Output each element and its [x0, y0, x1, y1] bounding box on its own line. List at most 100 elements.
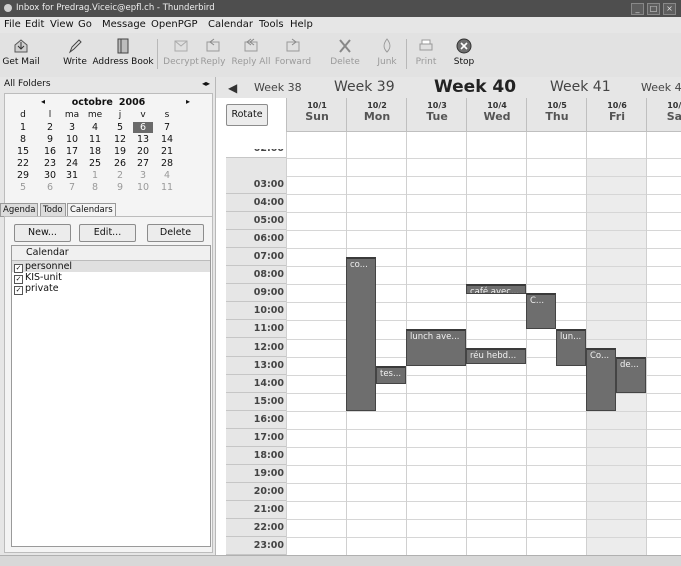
- mini-cal-day[interactable]: 28: [157, 158, 177, 169]
- menu-edit[interactable]: Edit: [25, 19, 44, 30]
- calendar-list-header[interactable]: Calendar: [12, 246, 210, 261]
- mini-cal-day[interactable]: 18: [85, 146, 105, 157]
- mini-cal-day[interactable]: 30: [40, 170, 60, 181]
- mini-cal-day[interactable]: 29: [13, 170, 33, 181]
- day-header-mon[interactable]: 10/2 Mon: [346, 98, 407, 132]
- mini-cal-day[interactable]: 8: [85, 182, 105, 193]
- mini-cal-day[interactable]: 4: [157, 170, 177, 181]
- week-39-link[interactable]: Week 39: [334, 79, 395, 95]
- day-header-tue[interactable]: 10/3 Tue: [406, 98, 467, 132]
- mini-cal-day[interactable]: 3: [62, 122, 82, 133]
- calendar-item-kis-unit[interactable]: ✓ KIS-unit: [12, 272, 210, 284]
- calendar-event[interactable]: lun...: [556, 329, 586, 366]
- mini-cal-day[interactable]: 16: [40, 146, 60, 157]
- tab-todo[interactable]: Todo: [40, 203, 66, 217]
- mini-cal-day[interactable]: 6: [40, 182, 60, 193]
- stop-button[interactable]: Stop: [450, 35, 478, 75]
- all-day-cell[interactable]: [466, 132, 527, 159]
- new-calendar-button[interactable]: New...: [14, 224, 71, 242]
- calendar-event[interactable]: co...: [346, 257, 376, 411]
- day-header-thu[interactable]: 10/5 Thu: [526, 98, 587, 132]
- mini-cal-day[interactable]: 5: [13, 182, 33, 193]
- all-day-cell[interactable]: [526, 132, 587, 159]
- all-day-cell[interactable]: [346, 132, 407, 159]
- week-42-link[interactable]: Week 42: [641, 81, 681, 94]
- mini-cal-day[interactable]: 19: [110, 146, 130, 157]
- reply-all-button[interactable]: Reply All: [229, 35, 273, 75]
- menu-tools[interactable]: Tools: [259, 19, 284, 30]
- mini-cal-day[interactable]: 2: [40, 122, 60, 133]
- mini-cal-day[interactable]: 11: [85, 134, 105, 145]
- folder-nav-arrows-icon[interactable]: ◂▸: [202, 79, 210, 88]
- mini-cal-day[interactable]: 12: [110, 134, 130, 145]
- mini-cal-day[interactable]: 9: [110, 182, 130, 193]
- address-book-button[interactable]: Address Book: [92, 35, 154, 75]
- checkbox-checked-icon[interactable]: ✓: [14, 286, 23, 295]
- mini-cal-day[interactable]: 7: [157, 122, 177, 133]
- tab-calendars[interactable]: Calendars: [67, 203, 116, 217]
- mini-cal-day[interactable]: 20: [133, 146, 153, 157]
- rotate-button[interactable]: Rotate: [226, 104, 268, 126]
- menu-go[interactable]: Go: [78, 19, 92, 30]
- mini-cal-day[interactable]: 4: [85, 122, 105, 133]
- minimize-button[interactable]: _: [631, 3, 644, 15]
- menu-help[interactable]: Help: [290, 19, 313, 30]
- mini-cal-day[interactable]: 3: [133, 170, 153, 181]
- menu-view[interactable]: View: [50, 19, 74, 30]
- edit-calendar-button[interactable]: Edit...: [79, 224, 136, 242]
- calendar-event[interactable]: Co...: [586, 347, 616, 411]
- maximize-button[interactable]: □: [647, 3, 660, 15]
- calendar-event[interactable]: café avec...: [466, 284, 526, 295]
- get-mail-button[interactable]: Get Mail: [2, 35, 40, 75]
- mini-cal-day[interactable]: 13: [133, 134, 153, 145]
- day-header-sat[interactable]: 10/7Sat: [646, 98, 681, 132]
- day-header-wed[interactable]: 10/4 Wed: [466, 98, 527, 132]
- calendar-item-personnel[interactable]: ✓ personnel: [12, 261, 210, 273]
- calendar-event[interactable]: C...: [526, 293, 556, 330]
- mini-cal-day[interactable]: 22: [13, 158, 33, 169]
- week-41-link[interactable]: Week 41: [550, 79, 611, 95]
- delete-button[interactable]: Delete: [330, 35, 360, 75]
- mini-cal-day[interactable]: 9: [40, 134, 60, 145]
- mini-cal-day[interactable]: 23: [40, 158, 60, 169]
- mini-cal-day[interactable]: 6: [133, 122, 153, 133]
- print-button[interactable]: Print: [412, 35, 440, 75]
- write-button[interactable]: Write: [60, 35, 90, 75]
- menu-message[interactable]: Message: [102, 19, 146, 30]
- mini-cal-day[interactable]: 5: [110, 122, 130, 133]
- mini-cal-next-month[interactable]: ▸: [186, 97, 190, 106]
- reply-button[interactable]: Reply: [200, 35, 226, 75]
- mini-cal-day[interactable]: 14: [157, 134, 177, 145]
- all-day-cell[interactable]: [646, 132, 681, 159]
- delete-calendar-button[interactable]: Delete: [147, 224, 204, 242]
- mini-cal-day[interactable]: 11: [157, 182, 177, 193]
- mini-cal-day[interactable]: 10: [62, 134, 82, 145]
- calendar-item-private[interactable]: ✓ private: [12, 283, 210, 295]
- calendar-event[interactable]: lunch ave...: [406, 329, 466, 366]
- menu-file[interactable]: File: [4, 19, 21, 30]
- all-day-cell[interactable]: [406, 132, 467, 159]
- mini-cal-day[interactable]: 2: [110, 170, 130, 181]
- menu-openpgp[interactable]: OpenPGP: [151, 19, 198, 30]
- all-day-cell[interactable]: [286, 132, 347, 159]
- all-day-cell[interactable]: [586, 132, 647, 159]
- tab-agenda[interactable]: Agenda: [0, 203, 39, 217]
- mini-cal-day[interactable]: 8: [13, 134, 33, 145]
- mini-cal-day[interactable]: 1: [13, 122, 33, 133]
- mini-cal-day[interactable]: 15: [13, 146, 33, 157]
- junk-button[interactable]: Junk: [373, 35, 401, 75]
- mini-cal-day[interactable]: 17: [62, 146, 82, 157]
- forward-button[interactable]: Forward: [274, 35, 312, 75]
- close-button[interactable]: ×: [663, 3, 676, 15]
- mini-cal-day[interactable]: 27: [133, 158, 153, 169]
- mini-cal-day[interactable]: 21: [157, 146, 177, 157]
- folder-selector[interactable]: All Folders: [4, 79, 51, 89]
- mini-cal-day[interactable]: 1: [85, 170, 105, 181]
- calendar-event[interactable]: de...: [616, 356, 646, 393]
- mini-cal-day[interactable]: 25: [85, 158, 105, 169]
- calendar-event[interactable]: réu hebd...: [466, 347, 526, 364]
- previous-week-arrow-icon[interactable]: ◀: [228, 81, 237, 95]
- week-38-link[interactable]: Week 38: [254, 81, 302, 94]
- mini-cal-day[interactable]: 31: [62, 170, 82, 181]
- day-header-sun[interactable]: 10/1 Sun: [286, 98, 347, 132]
